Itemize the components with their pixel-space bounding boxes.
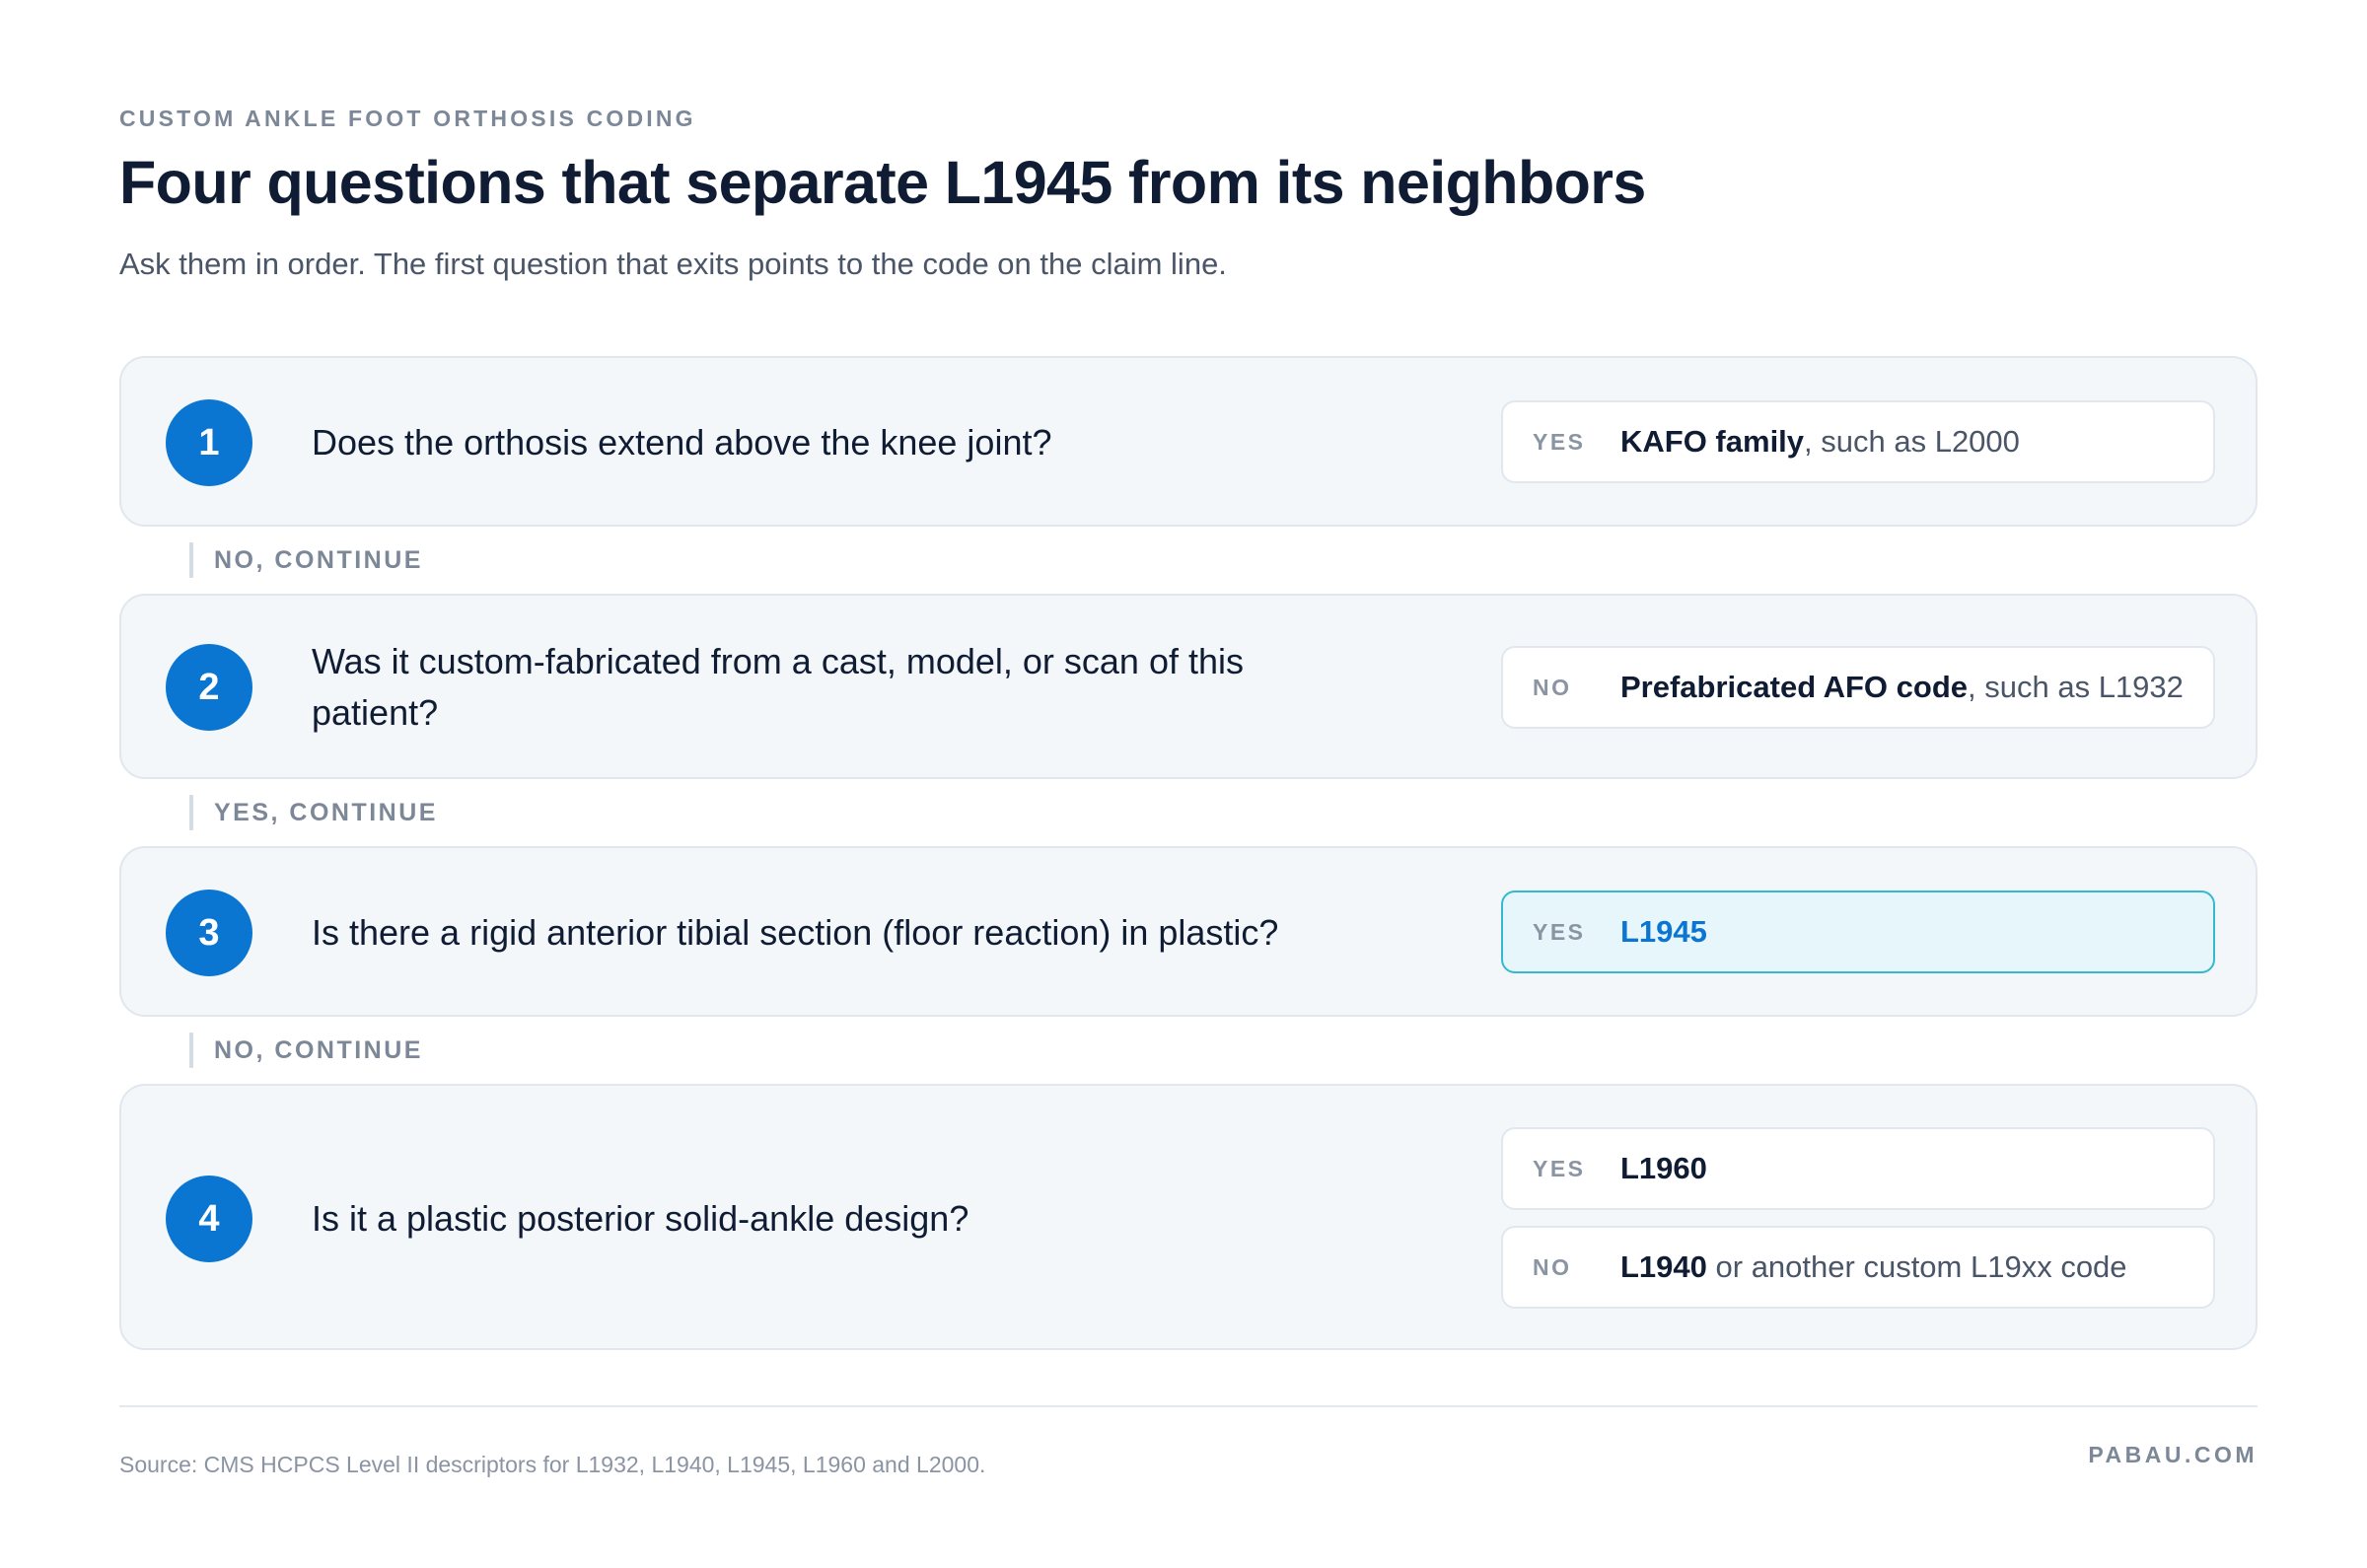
source-note: Source: CMS HCPCS Level II descriptors f… <box>119 1452 986 1477</box>
connector-line <box>189 1033 193 1068</box>
footer-divider <box>119 1405 2258 1407</box>
outcome-tag: YES <box>1533 428 1586 455</box>
outcome-code: KAFO family <box>1620 424 1805 459</box>
page-title: Four questions that separate L1945 from … <box>119 149 1646 216</box>
outcome-no: NO L1940 or another custom L19xx code <box>1501 1226 2215 1309</box>
brand-label: PABAU.COM <box>2088 1442 2258 1467</box>
step-number-badge: 2 <box>166 644 252 731</box>
flow-connector-2: YES, CONTINUE <box>189 795 438 830</box>
question-text: Was it custom-fabricated from a cast, mo… <box>312 641 1244 733</box>
outcome-code: L1945 <box>1620 914 1707 949</box>
outcome-tag: YES <box>1533 918 1586 945</box>
flowchart-page: CUSTOM ANKLE FOOT ORTHOSIS CODING Four q… <box>119 0 2258 1568</box>
connector-label: NO, CONTINUE <box>214 545 423 574</box>
question-card-4: 4 Is it a plastic posterior solid-ankle … <box>119 1084 2258 1350</box>
page-subtitle: Ask them in order. The first question th… <box>119 247 1227 281</box>
question-card-1: 1 Does the orthosis extend above the kne… <box>119 356 2258 527</box>
outcome-tag: NO <box>1533 1253 1572 1280</box>
question-text: Does the orthosis extend above the knee … <box>312 422 1052 463</box>
outcome-detail: or another custom L19xx code <box>1706 1249 2127 1284</box>
outcome-tag: NO <box>1533 674 1572 700</box>
outcome-detail: , such as L1932 <box>1968 670 2184 704</box>
outcome-result: L1945 <box>1620 914 1707 950</box>
outcome-code: L1940 <box>1620 1249 1707 1284</box>
outcome-result: KAFO family, such as L2000 <box>1620 424 2020 460</box>
connector-label: YES, CONTINUE <box>214 798 438 826</box>
question-card-2: 2 Was it custom-fabricated from a cast, … <box>119 594 2258 779</box>
connector-line <box>189 542 193 578</box>
outcome-tag: YES <box>1533 1155 1586 1181</box>
outcome-result: L1960 <box>1620 1151 1707 1186</box>
outcome-detail: , such as L2000 <box>1804 424 2020 459</box>
connector-label: NO, CONTINUE <box>214 1035 423 1064</box>
question-text: Is there a rigid anterior tibial section… <box>312 912 1279 953</box>
outcome-yes: YES KAFO family, such as L2000 <box>1501 400 2215 483</box>
question-card-3: 3 Is there a rigid anterior tibial secti… <box>119 846 2258 1017</box>
eyebrow-label: CUSTOM ANKLE FOOT ORTHOSIS CODING <box>119 106 696 131</box>
step-number-badge: 4 <box>166 1176 252 1262</box>
outcome-no: NO Prefabricated AFO code, such as L1932 <box>1501 646 2215 729</box>
outcome-code: Prefabricated AFO code <box>1620 670 1969 704</box>
step-number-badge: 3 <box>166 890 252 976</box>
outcome-yes: YES L1960 <box>1501 1127 2215 1210</box>
connector-line <box>189 795 193 830</box>
step-number-badge: 1 <box>166 399 252 486</box>
outcome-yes-highlighted: YES L1945 <box>1501 891 2215 973</box>
flow-connector-1: NO, CONTINUE <box>189 542 423 578</box>
outcome-result: Prefabricated AFO code, such as L1932 <box>1620 670 2184 705</box>
flow-connector-3: NO, CONTINUE <box>189 1033 423 1068</box>
outcome-code: L1960 <box>1620 1151 1707 1185</box>
outcome-result: L1940 or another custom L19xx code <box>1620 1249 2127 1285</box>
question-text: Is it a plastic posterior solid-ankle de… <box>312 1198 969 1239</box>
